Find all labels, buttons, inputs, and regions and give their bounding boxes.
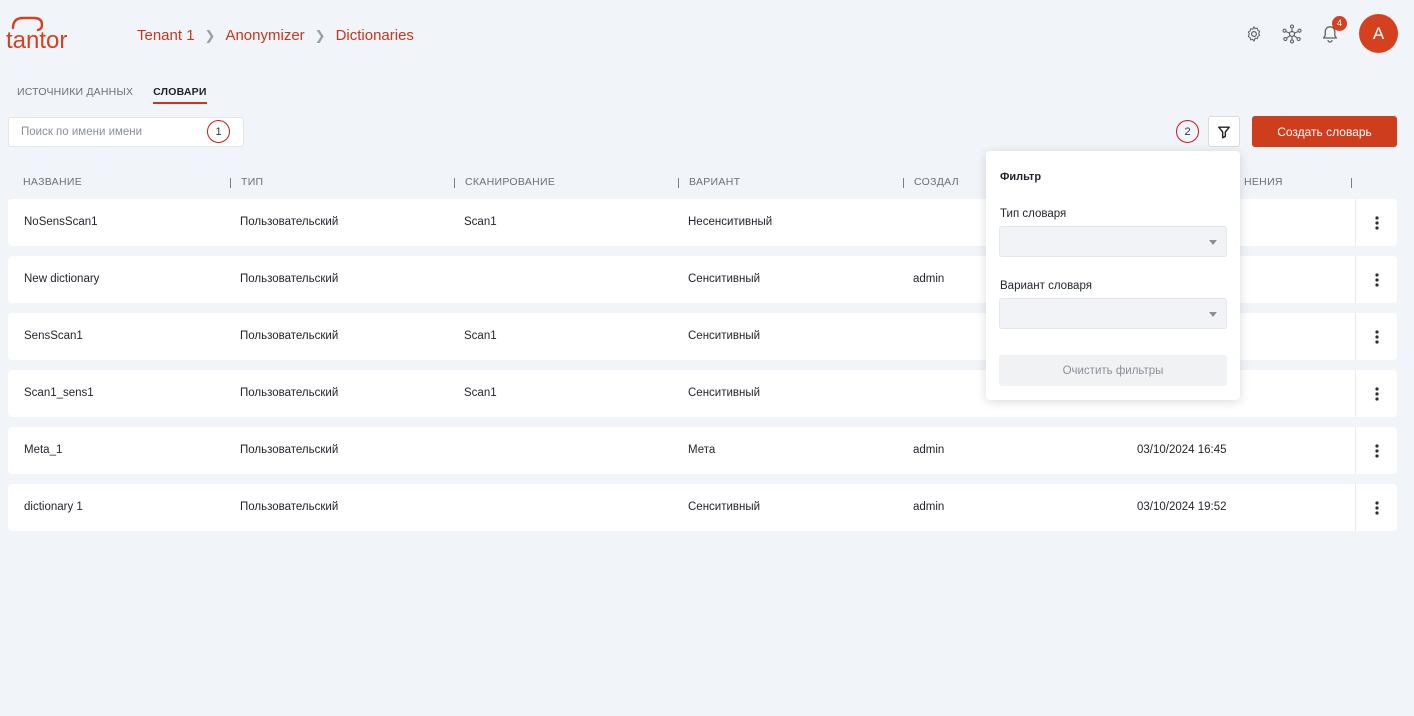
- column-divider[interactable]: [230, 178, 231, 188]
- breadcrumb-dictionaries: Dictionaries: [335, 27, 414, 44]
- cell-variant: Несенситивный: [688, 216, 773, 228]
- filter-popup: Фильтр Тип словаря Вариант словаря Очист…: [986, 151, 1240, 400]
- clear-filters-button[interactable]: Очистить фильтры: [999, 355, 1227, 386]
- row-menu-button[interactable]: [1355, 427, 1397, 474]
- tab-data-sources[interactable]: ИСТОЧНИКИ ДАННЫХ: [17, 86, 133, 104]
- column-divider[interactable]: [903, 178, 904, 188]
- more-vertical-icon: [1374, 386, 1379, 401]
- annotation-marker-1: 1: [207, 120, 230, 143]
- row-menu-button[interactable]: [1355, 256, 1397, 303]
- more-vertical-icon: [1374, 443, 1379, 458]
- dictionary-type-label: Тип словаря: [1000, 208, 1067, 220]
- column-divider[interactable]: [1351, 178, 1352, 188]
- cell-type: Пользовательский: [240, 273, 339, 285]
- dictionary-variant-label: Вариант словаря: [1000, 280, 1092, 292]
- cell-scan: Scan1: [464, 387, 497, 399]
- column-divider[interactable]: [678, 178, 679, 188]
- filter-button[interactable]: [1208, 116, 1240, 147]
- row-menu-button[interactable]: [1355, 199, 1397, 246]
- row-menu-button[interactable]: [1355, 484, 1397, 531]
- cell-type: Пользовательский: [240, 387, 339, 399]
- row-menu-button[interactable]: [1355, 370, 1397, 417]
- column-divider[interactable]: [454, 178, 455, 188]
- filter-popup-title: Фильтр: [1000, 171, 1042, 183]
- notifications-button[interactable]: 4: [1319, 15, 1347, 45]
- cell-type: Пользовательский: [240, 501, 339, 513]
- cell-name: Meta_1: [24, 444, 63, 456]
- column-header-name[interactable]: НАЗВАНИЕ: [23, 176, 82, 188]
- cell-created-by: admin: [913, 444, 945, 456]
- network-button[interactable]: [1281, 23, 1303, 45]
- cell-variant: Мета: [688, 444, 716, 456]
- chevron-right-icon: ❯: [314, 27, 326, 43]
- table-row[interactable]: dictionary 1 Пользовательский Сенситивны…: [8, 484, 1397, 531]
- tab-dictionaries[interactable]: СЛОВАРИ: [153, 86, 207, 104]
- gear-icon: [1247, 25, 1261, 42]
- column-header-created-by[interactable]: СОЗДАЛ: [914, 176, 959, 188]
- cell-name: New dictionary: [24, 273, 100, 285]
- avatar[interactable]: A: [1359, 14, 1398, 53]
- tab-bar: ИСТОЧНИКИ ДАННЫХ СЛОВАРИ: [17, 86, 227, 104]
- filter-icon: [1218, 125, 1230, 138]
- more-vertical-icon: [1374, 272, 1379, 287]
- column-header-variant[interactable]: ВАРИАНТ: [689, 176, 740, 188]
- cell-name: SensScan1: [24, 330, 83, 342]
- chevron-right-icon: ❯: [204, 27, 216, 43]
- cell-type: Пользовательский: [240, 444, 339, 456]
- breadcrumb: Tenant 1 ❯ Anonymizer ❯ Dictionaries: [137, 27, 414, 44]
- create-dictionary-button[interactable]: Создать словарь: [1252, 116, 1397, 147]
- column-header-modified[interactable]: НЕНИЯ: [1244, 176, 1283, 188]
- cell-name: dictionary 1: [24, 501, 83, 513]
- logo-text: tantor: [6, 27, 67, 54]
- cell-scan: Scan1: [464, 330, 497, 342]
- row-menu-button[interactable]: [1355, 313, 1397, 360]
- cell-variant: Сенситивный: [688, 387, 761, 399]
- cell-name: Scan1_sens1: [24, 387, 94, 399]
- cell-type: Пользовательский: [240, 216, 339, 228]
- breadcrumb-tenant[interactable]: Tenant 1: [137, 27, 195, 44]
- network-icon: [1282, 23, 1302, 44]
- table-row[interactable]: Meta_1 Пользовательский Мета admin 03/10…: [8, 427, 1397, 474]
- cell-date: 03/10/2024 16:45: [1137, 444, 1227, 456]
- column-header-type[interactable]: ТИП: [241, 176, 263, 188]
- dictionary-type-select[interactable]: [999, 226, 1227, 257]
- column-header-scan[interactable]: СКАНИРОВАНИЕ: [465, 176, 555, 188]
- notification-count-badge: 4: [1332, 15, 1347, 31]
- caret-down-icon: [1209, 240, 1217, 245]
- cell-created-by: admin: [913, 273, 945, 285]
- cell-created-by: admin: [913, 501, 945, 513]
- more-vertical-icon: [1374, 215, 1379, 230]
- header-actions: 4 A: [1227, 14, 1398, 53]
- cell-name: NoSensScan1: [24, 216, 98, 228]
- tantor-logo[interactable]: tantor: [6, 14, 92, 54]
- caret-down-icon: [1209, 312, 1217, 317]
- annotation-marker-2: 2: [1176, 120, 1199, 143]
- dictionary-variant-select[interactable]: [999, 298, 1227, 329]
- more-vertical-icon: [1374, 329, 1379, 344]
- more-vertical-icon: [1374, 500, 1379, 515]
- cell-scan: Scan1: [464, 216, 497, 228]
- cell-variant: Сенситивный: [688, 501, 761, 513]
- cell-variant: Сенситивный: [688, 273, 761, 285]
- breadcrumb-anonymizer[interactable]: Anonymizer: [225, 27, 304, 44]
- cell-variant: Сенситивный: [688, 330, 761, 342]
- settings-button[interactable]: [1243, 23, 1265, 45]
- cell-date: 03/10/2024 19:52: [1137, 501, 1227, 513]
- cell-type: Пользовательский: [240, 330, 339, 342]
